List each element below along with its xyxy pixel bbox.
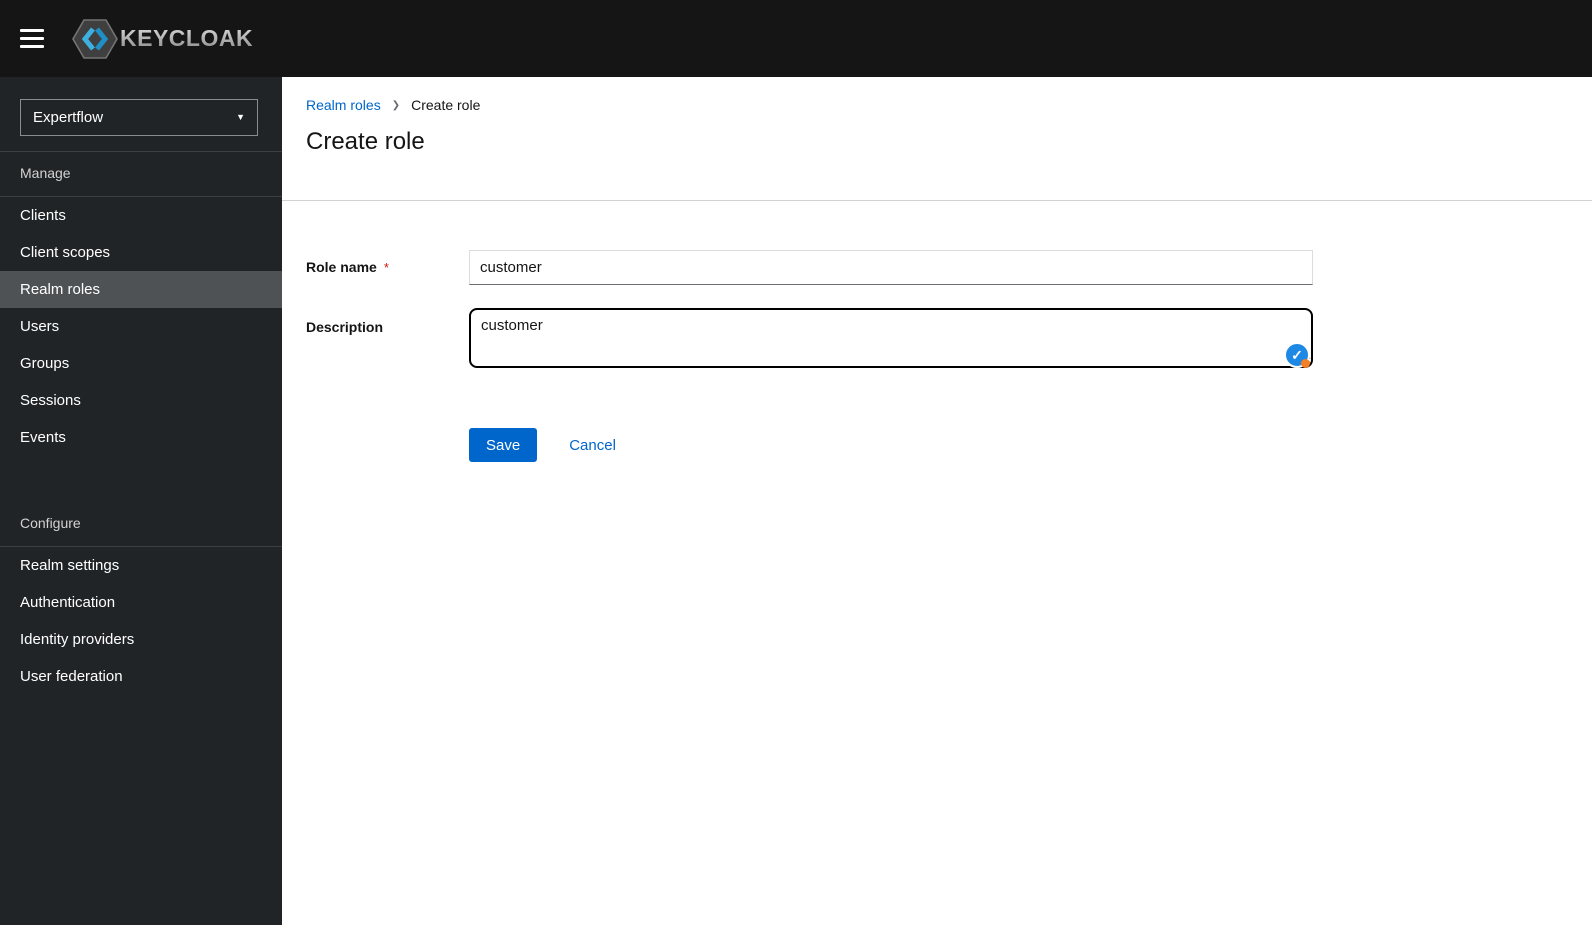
description-label: Description (306, 319, 384, 336)
sidebar-item-authentication[interactable]: Authentication (0, 584, 282, 621)
keycloak-logo[interactable]: KEYCLOAK (72, 18, 253, 60)
breadcrumb-realm-roles-link[interactable]: Realm roles (306, 97, 381, 113)
required-asterisk: * (383, 260, 389, 276)
keycloak-logo-icon (72, 18, 118, 60)
masthead: KEYCLOAK (0, 0, 1592, 77)
grammarly-check-icon: ✓ (1291, 346, 1303, 363)
nav-section-title-configure: Configure (0, 502, 282, 547)
hamburger-menu-icon[interactable] (20, 27, 46, 51)
sidebar-item-realm-settings[interactable]: Realm settings (0, 547, 282, 584)
role-name-label: Role name (306, 259, 377, 276)
sidebar-item-realm-roles[interactable]: Realm roles (0, 271, 282, 308)
role-name-input[interactable] (469, 250, 1313, 286)
sidebar-item-identity-providers[interactable]: Identity providers (0, 621, 282, 658)
breadcrumb-current: Create role (411, 97, 481, 113)
create-role-form: Role name * Description customer ✓ (282, 201, 1592, 463)
sidebar-item-users[interactable]: Users (0, 308, 282, 345)
breadcrumb-separator-icon: ❯ (391, 99, 401, 111)
cancel-link[interactable]: Cancel (569, 437, 616, 454)
description-textarea[interactable]: customer (469, 308, 1313, 369)
breadcrumb: Realm roles ❯ Create role (306, 97, 1592, 113)
sidebar-item-events[interactable]: Events (0, 419, 282, 456)
realm-selector-dropdown[interactable]: Expertflow ▼ (20, 99, 258, 136)
keycloak-logo-text: KEYCLOAK (120, 25, 254, 51)
main-content: Realm roles ❯ Create role Create role Ro… (282, 77, 1592, 925)
sidebar-item-user-federation[interactable]: User federation (0, 658, 282, 695)
save-button[interactable]: Save (469, 428, 538, 463)
form-actions: Save Cancel (469, 428, 1592, 463)
caret-down-icon: ▼ (236, 112, 245, 122)
sidebar-divider (0, 136, 282, 152)
role-name-row: Role name * (306, 250, 1592, 286)
page-title: Create role (306, 128, 425, 155)
grammarly-icon[interactable]: ✓ (1284, 342, 1310, 369)
description-row: Description customer ✓ (306, 308, 1592, 373)
sidebar-item-groups[interactable]: Groups (0, 345, 282, 382)
nav-section-title-manage: Manage (0, 152, 282, 197)
sidebar-item-sessions[interactable]: Sessions (0, 382, 282, 419)
realm-selector-value: Expertflow (33, 109, 104, 126)
page-header: Realm roles ❯ Create role Create role (282, 77, 1592, 202)
nav-section-configure: Configure Realm settings Authentication … (0, 502, 282, 695)
sidebar-nav: Expertflow ▼ Manage Clients Client scope… (0, 77, 282, 925)
sidebar-item-client-scopes[interactable]: Client scopes (0, 234, 282, 271)
nav-section-manage: Manage Clients Client scopes Realm roles… (0, 152, 282, 456)
sidebar-item-clients[interactable]: Clients (0, 197, 282, 234)
